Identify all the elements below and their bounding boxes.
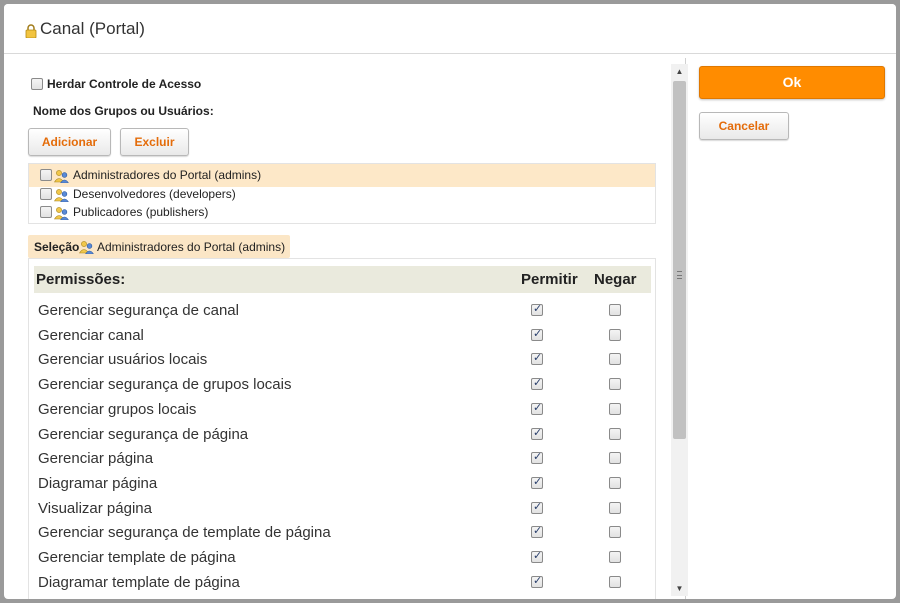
permissions-table: Permissões: Permitir Negar Gerenciar seg… [28, 258, 656, 599]
group-name: Publicadores (publishers) [73, 205, 209, 219]
selection-label: Seleção [34, 240, 80, 254]
permission-name: Visualizar página [38, 499, 152, 517]
grip-icon [677, 271, 682, 279]
permission-row: Gerenciar página [29, 447, 655, 472]
deny-checkbox[interactable] [609, 353, 621, 366]
deny-checkbox[interactable] [609, 328, 621, 341]
allow-checkbox[interactable] [531, 376, 543, 391]
allow-checkbox[interactable] [531, 450, 543, 465]
permission-name: Diagramar página [38, 474, 158, 492]
deny-checkbox[interactable] [609, 526, 621, 539]
permission-row: Visualizar página [29, 497, 655, 522]
group-list: Administradores do Portal (admins) Desenv… [28, 163, 656, 224]
scroll-down-arrow-icon[interactable]: ▼ [671, 581, 688, 596]
cancel-button[interactable]: Cancelar [699, 112, 789, 140]
allow-checkbox[interactable] [531, 475, 543, 489]
deny-checkbox[interactable] [609, 501, 621, 514]
permission-row: Gerenciar segurança de página [29, 423, 655, 448]
permission-row: Gerenciar usuários locais [29, 348, 655, 373]
permission-row: Gerenciar segurança de template de págin… [29, 521, 655, 546]
dialog-title: Canal (Portal) [40, 19, 145, 38]
deny-column-header: Negar [594, 271, 637, 288]
permission-name: Gerenciar template de página [38, 549, 236, 566]
group-checkbox[interactable] [40, 206, 52, 218]
allow-checkbox[interactable] [531, 549, 543, 563]
group-icon [79, 241, 94, 254]
permissions-dialog: Canal (Portal) Herdar Controle de Acesso… [4, 4, 896, 599]
permission-name: Gerenciar segurança de página [38, 425, 249, 443]
scrollbar-thumb[interactable] [673, 81, 686, 439]
permission-name: Gerenciar usuários locais [38, 351, 208, 369]
deny-checkbox[interactable] [609, 476, 621, 489]
inherit-access-checkbox[interactable] [31, 78, 43, 90]
selection-name: Administradores do Portal (admins) [97, 240, 286, 254]
group-icon [54, 170, 69, 183]
permission-name: Gerenciar página [38, 450, 154, 468]
permission-name: Gerenciar segurança de grupos locais [38, 376, 292, 394]
lock-icon [25, 24, 37, 38]
actions-pane: Ok Cancelar [687, 58, 896, 599]
allow-checkbox[interactable] [531, 574, 543, 588]
remove-button[interactable]: Excluir [120, 128, 189, 156]
add-button[interactable]: Adicionar [28, 128, 111, 156]
permission-row: Gerenciar segurança de grupos locais [29, 373, 655, 398]
permission-name: Gerenciar segurança de template de págin… [38, 524, 331, 542]
selection-bar: Seleção Administradores do Portal (admin… [28, 235, 290, 258]
permission-row: Gerenciar template de página [29, 546, 655, 571]
permissions-header: Permissões: Permitir Negar [34, 266, 651, 293]
deny-checkbox[interactable] [609, 304, 621, 316]
allow-checkbox[interactable] [531, 524, 543, 539]
deny-checkbox[interactable] [609, 402, 621, 415]
permission-name: Diagramar template de página [38, 573, 240, 591]
group-checkbox[interactable] [40, 169, 52, 181]
ok-button[interactable]: Ok [699, 66, 885, 99]
permission-row: Diagramar template de página [29, 571, 655, 596]
permission-row: Diagramar página [29, 472, 655, 497]
inherit-access-label: Herdar Controle de Acesso [47, 77, 202, 91]
permission-row: Gerenciar grupos locais [29, 398, 655, 423]
allow-column-header: Permitir [521, 271, 578, 288]
access-control-pane: Herdar Controle de Acesso Nome dos Grupo… [9, 58, 688, 599]
scroll-content: Herdar Controle de Acesso Nome dos Grupo… [9, 58, 669, 599]
deny-checkbox[interactable] [609, 575, 621, 588]
vertical-scrollbar[interactable]: ▲ ▼ [671, 64, 688, 596]
permission-name: Gerenciar grupos locais [38, 400, 197, 418]
permission-name: Gerenciar canal [38, 326, 144, 344]
allow-checkbox[interactable] [531, 401, 543, 415]
permission-row: Gerenciar canal [29, 324, 655, 349]
scroll-up-arrow-icon[interactable]: ▲ [671, 64, 688, 79]
permission-row: Gerenciar segurança de canal [29, 299, 655, 324]
allow-checkbox[interactable] [531, 426, 543, 440]
group-icon [54, 207, 69, 220]
permission-name: Gerenciar segurança de canal [38, 302, 239, 319]
deny-checkbox[interactable] [609, 551, 621, 563]
permissions-header-label: Permissões: [36, 271, 126, 288]
allow-checkbox[interactable] [531, 302, 543, 316]
group-name: Desenvolvedores (developers) [73, 187, 236, 201]
deny-checkbox[interactable] [609, 378, 621, 391]
allow-checkbox[interactable] [531, 500, 543, 514]
allow-checkbox[interactable] [531, 351, 543, 366]
group-checkbox[interactable] [40, 188, 52, 200]
group-name: Administradores do Portal (admins) [73, 168, 262, 182]
allow-checkbox[interactable] [531, 327, 543, 341]
group-list-item[interactable]: Publicadores (publishers) [29, 201, 655, 224]
names-label: Nome dos Grupos ou Usuários: [33, 104, 214, 118]
deny-checkbox[interactable] [609, 427, 621, 440]
dialog-titlebar: Canal (Portal) [4, 4, 896, 54]
deny-checkbox[interactable] [609, 452, 621, 465]
group-icon [54, 189, 69, 202]
